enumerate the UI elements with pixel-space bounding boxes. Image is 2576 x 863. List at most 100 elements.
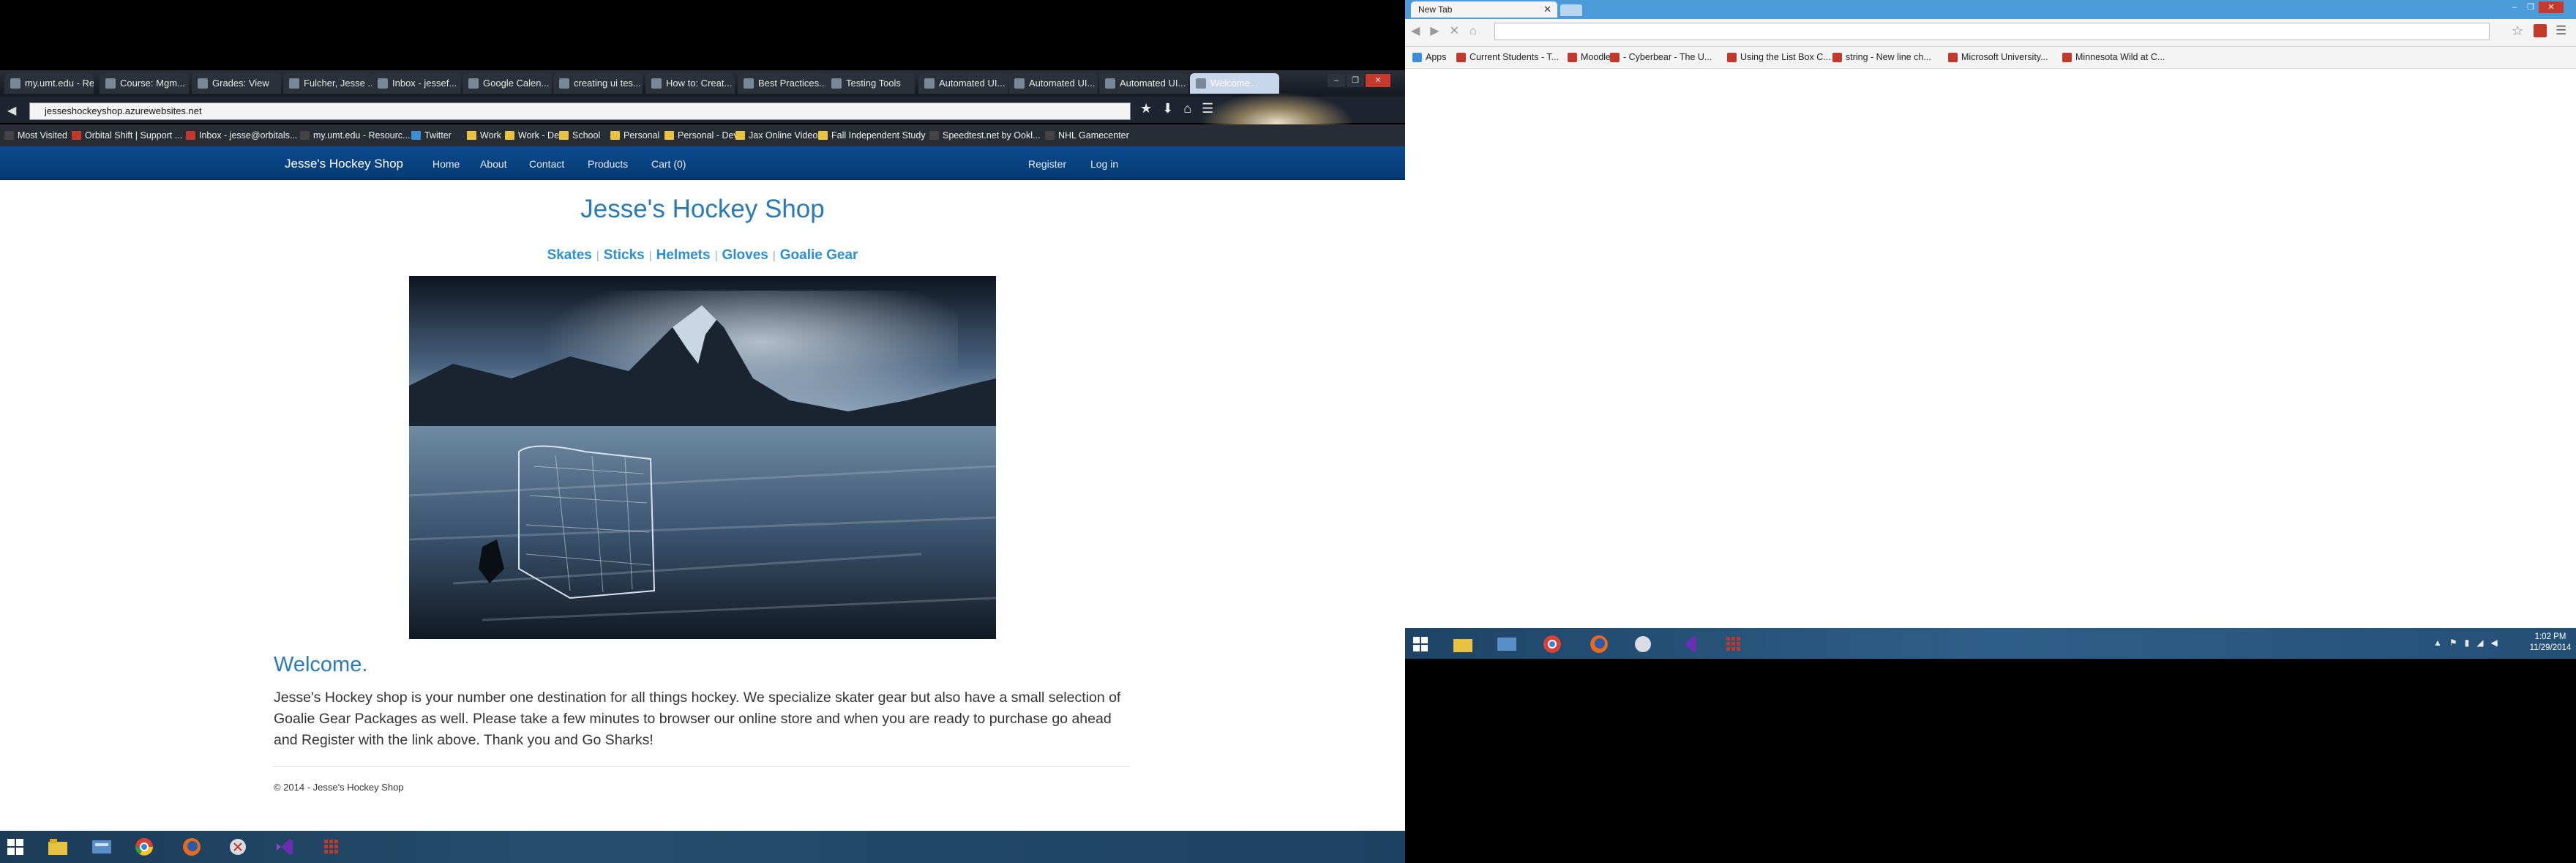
right-window-controls: – ❐ ✕: [2506, 0, 2564, 13]
chrome-icon[interactable]: [1540, 632, 1565, 657]
browser-tab[interactable]: How to: Creat...: [645, 73, 735, 94]
tab-favicon-icon: [105, 78, 116, 89]
bookmark-item[interactable]: Using the List Box C...: [1727, 52, 1831, 62]
browser-tab[interactable]: Automated UI...: [1099, 73, 1188, 94]
apps-grid-icon[interactable]: [319, 834, 344, 859]
bookmark-item[interactable]: Twitter: [410, 129, 452, 142]
firefox-icon[interactable]: [1587, 632, 1611, 657]
tab-label: Course: Mgm...: [120, 78, 185, 89]
bookmark-label: Personal - Dev: [678, 130, 738, 141]
browser-tab[interactable]: Grades: View: [192, 73, 281, 94]
tab-close-icon[interactable]: ✕: [1543, 1, 1551, 18]
restore-button[interactable]: ❐: [1347, 74, 1364, 87]
bookmark-item[interactable]: Work: [465, 129, 501, 142]
minimize-button[interactable]: –: [2506, 1, 2523, 13]
bookmark-item[interactable]: Current Students - T...: [1456, 52, 1559, 62]
favicon-icon: [1045, 131, 1055, 140]
bookmark-item[interactable]: Orbital Shift | Support ...: [70, 129, 182, 142]
file-explorer-icon[interactable]: [45, 834, 70, 859]
right-taskbar: ▲⚑▮◢◀ 1:02 PM 11/29/2014: [1405, 628, 2576, 659]
category-helmets-link[interactable]: Helmets: [656, 247, 711, 263]
new-tab[interactable]: New Tab ✕: [1411, 1, 1557, 18]
left-taskbar: [0, 831, 1405, 863]
bookmark-item[interactable]: Personal - Dev: [663, 129, 738, 142]
chrome-icon[interactable]: [132, 834, 157, 859]
bookmark-item[interactable]: School: [558, 129, 600, 142]
new-tab-button[interactable]: [1560, 4, 1582, 16]
category-skates-link[interactable]: Skates: [547, 247, 592, 263]
file-explorer-icon[interactable]: [1450, 632, 1475, 657]
minimize-button[interactable]: –: [1328, 74, 1345, 87]
back-arrow-icon[interactable]: ◀: [7, 103, 16, 118]
browser-tab[interactable]: creating ui tes...: [553, 73, 643, 94]
restore-button[interactable]: ❐: [2523, 1, 2539, 13]
browser-tab[interactable]: Fulcher, Jesse ...: [283, 73, 372, 94]
taskbar-clock[interactable]: 1:02 PM 11/29/2014: [2525, 632, 2576, 654]
bookmark-label: my.umt.edu - Resourc...: [313, 130, 411, 141]
bookmark-item[interactable]: Minnesota Wild at C...: [2062, 52, 2165, 62]
nav-about-link[interactable]: About: [480, 158, 507, 170]
start-button[interactable]: [3, 834, 28, 859]
bookmark-item[interactable]: string - New line ch...: [1832, 52, 1931, 62]
browser-tab[interactable]: Best Practices...: [738, 73, 827, 94]
favicon-icon: [1832, 53, 1842, 62]
browser-tab[interactable]: Automated UI...: [1008, 73, 1098, 94]
firefox-icon[interactable]: [179, 834, 204, 859]
menu-icon[interactable]: ☰: [2556, 23, 2566, 38]
bookmark-item[interactable]: Most Visited: [3, 129, 67, 142]
bookmark-item[interactable]: my.umt.edu - Resourc...: [299, 129, 410, 142]
favicon-icon: [1456, 53, 1466, 62]
close-window-button[interactable]: ✕: [2539, 1, 2564, 13]
bookmark-item[interactable]: - Cyberbear - The U...: [1610, 52, 1712, 62]
nav-cart-link[interactable]: Cart (0): [651, 158, 686, 170]
bookmark-star-icon[interactable]: ☆: [2512, 23, 2523, 39]
category-goalie-gear-link[interactable]: Goalie Gear: [780, 247, 858, 263]
bookmark-label: Apps: [1426, 52, 1447, 62]
browser-tab[interactable]: Inbox - jessef...: [372, 73, 461, 94]
nav-home-link[interactable]: Home: [433, 158, 460, 170]
server-manager-icon[interactable]: [1494, 632, 1519, 657]
system-tray-icons[interactable]: ▲⚑▮◢◀: [2433, 638, 2505, 648]
browser-tab[interactable]: Course: Mgm...: [100, 73, 189, 94]
tab-favicon-icon: [289, 78, 299, 89]
right-nav-buttons[interactable]: ◀▶✕⌂: [1411, 23, 1487, 38]
browser-tab[interactable]: Google Calen...: [463, 73, 552, 94]
nav-login-link[interactable]: Log in: [1090, 158, 1118, 170]
tab-label: Automated UI...: [1029, 78, 1096, 89]
bookmark-item[interactable]: Microsoft University...: [1948, 52, 2048, 62]
bookmark-label: string - New line ch...: [1846, 52, 1931, 62]
bookmark-item[interactable]: Fall Independent Study: [817, 129, 926, 142]
server-manager-icon[interactable]: [89, 834, 114, 859]
apps-grid-icon[interactable]: [1721, 632, 1746, 657]
snipping-tool-icon[interactable]: [225, 834, 250, 859]
bookmark-item[interactable]: Moodle: [1568, 52, 1611, 62]
right-monitor: New Tab ✕ – ❐ ✕ ◀▶✕⌂ ☆ ☰ Apps Current Studen…: [1405, 0, 2576, 863]
folder-icon: [505, 131, 514, 140]
start-button[interactable]: [1408, 632, 1433, 657]
bookmark-item[interactable]: Work - Dev: [503, 129, 564, 142]
nav-products-link[interactable]: Products: [588, 158, 628, 170]
browser-tab[interactable]: Testing Tools: [825, 73, 915, 94]
bookmark-item[interactable]: Personal: [609, 129, 659, 142]
snipping-tool-icon[interactable]: [1630, 632, 1655, 657]
visual-studio-icon[interactable]: [272, 834, 297, 859]
bookmark-item[interactable]: NHL Gamecenter: [1044, 129, 1129, 142]
folder-icon: [559, 131, 569, 140]
nav-register-link[interactable]: Register: [1028, 158, 1066, 170]
category-sticks-link[interactable]: Sticks: [604, 247, 645, 263]
category-gloves-link[interactable]: Gloves: [722, 247, 768, 263]
nav-contact-link[interactable]: Contact: [529, 158, 564, 170]
extension-icon[interactable]: [2534, 24, 2547, 37]
browser-tab[interactable]: my.umt.edu - Res...: [4, 73, 94, 94]
close-window-button[interactable]: ✕: [1366, 74, 1390, 87]
bookmark-item[interactable]: Jax Online Videos: [734, 129, 823, 142]
left-url-bar[interactable]: jesseshockeyshop.azurewebsites.net: [29, 102, 1131, 120]
browser-tab[interactable]: Welcome...: [1190, 73, 1279, 94]
omnibox-input[interactable]: [1494, 23, 2490, 40]
bookmark-item[interactable]: Speedtest.net by Ookl...: [928, 129, 1040, 142]
bookmark-item[interactable]: Apps: [1412, 52, 1447, 62]
bookmark-item[interactable]: Inbox - jesse@orbitals...: [184, 129, 297, 142]
browser-tab[interactable]: Automated UI...: [918, 73, 1008, 94]
site-brand-link[interactable]: Jesse's Hockey Shop: [285, 157, 403, 171]
visual-studio-icon[interactable]: [1676, 632, 1701, 657]
